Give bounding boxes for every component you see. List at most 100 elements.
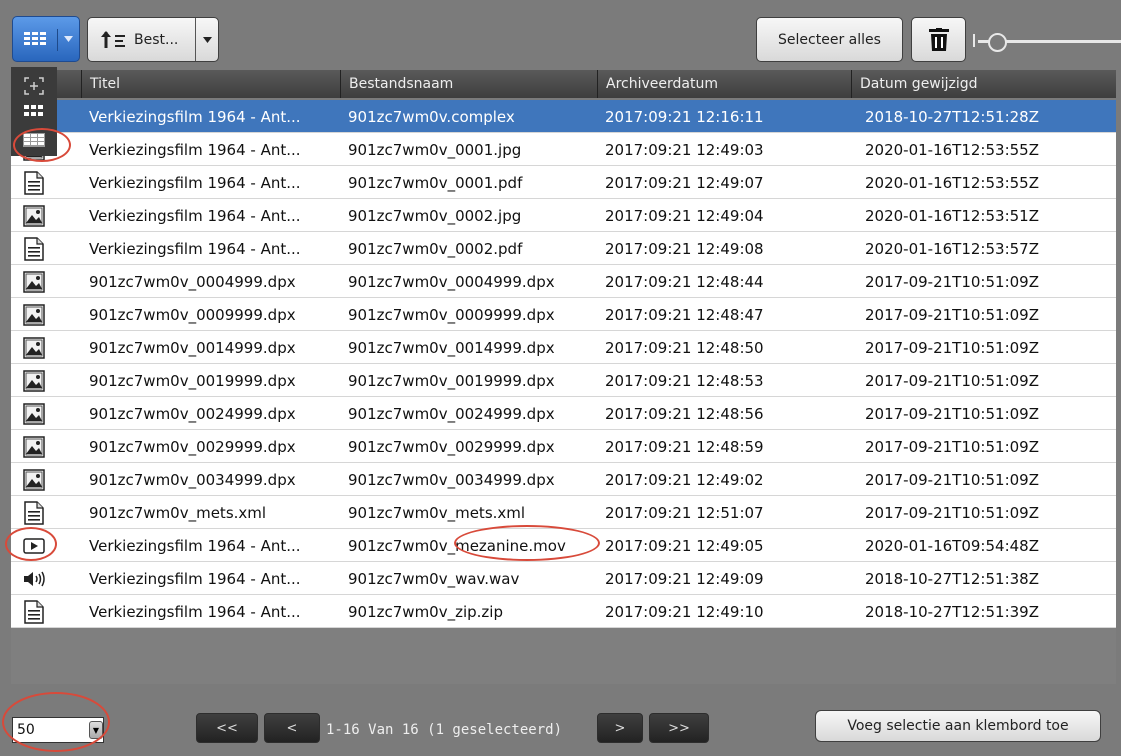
audio-file-icon: [11, 562, 57, 595]
cell-modified-date: 2018-10-27T12:51:28Z: [865, 107, 1039, 126]
cell-modified-date: 2017-09-21T10:51:09Z: [865, 437, 1039, 456]
page-size-value: 50: [17, 722, 35, 738]
table-row[interactable]: 901zc7wm0v_0024999.dpx 901zc7wm0v_0024999…: [11, 397, 1116, 430]
table-row[interactable]: Verkiezingsfilm 1964 - Ant... 901zc7wm0v_…: [11, 529, 1116, 562]
cell-modified-date: 2020-01-16T09:54:48Z: [865, 536, 1039, 555]
cell-filename: 901zc7wm0v_0001.jpg: [348, 140, 522, 159]
cell-title: 901zc7wm0v_0014999.dpx: [89, 338, 296, 357]
cell-archived-date: 2017:09:21 12:48:56: [605, 404, 764, 423]
table-row[interactable]: Verkiezingsfilm 1964 - Ant... 901zc7wm0v_…: [11, 166, 1116, 199]
cell-filename: 901zc7wm0v_mezanine.mov: [348, 536, 566, 555]
cell-archived-date: 2017:09:21 12:49:07: [605, 173, 764, 192]
cell-archived-date: 2017:09:21 12:48:59: [605, 437, 764, 456]
cell-modified-date: 2020-01-16T12:53:57Z: [865, 239, 1039, 258]
cell-modified-date: 2020-01-16T12:53:55Z: [865, 173, 1039, 192]
cell-archived-date: 2017:09:21 12:49:08: [605, 239, 764, 258]
document-file-icon: [11, 166, 57, 199]
toolbar: Best... Selecteer alles: [0, 0, 1121, 66]
table-row[interactable]: 901zc7wm0v_0009999.dpx 901zc7wm0v_0009999…: [11, 298, 1116, 331]
cell-filename: 901zc7wm0v_zip.zip: [348, 602, 503, 621]
expand-view-icon: [24, 76, 44, 95]
cell-modified-date: 2017-09-21T10:51:09Z: [865, 371, 1039, 390]
cell-title: 901zc7wm0v_0019999.dpx: [89, 371, 296, 390]
document-file-icon: [11, 595, 57, 628]
table-row[interactable]: 901zc7wm0v_0034999.dpx 901zc7wm0v_0034999…: [11, 463, 1116, 496]
trash-icon: [928, 27, 949, 51]
chevron-down-icon: [64, 36, 73, 42]
cell-title: Verkiezingsfilm 1964 - Ant...: [89, 602, 301, 621]
cell-filename: 901zc7wm0v_0019999.dpx: [348, 371, 555, 390]
view-mode-button[interactable]: [12, 16, 80, 62]
chevron-down-icon: ▼: [89, 721, 103, 739]
table-row[interactable]: Verkiezingsfilm 1964 - Ant... 901zc7wm0v_…: [11, 199, 1116, 232]
cell-filename: 901zc7wm0v_0034999.dpx: [348, 470, 555, 489]
zoom-slider-handle[interactable]: [988, 33, 1007, 52]
table-row[interactable]: Verkiezingsfilm 1964 - Ant... 901zc7wm0v_…: [11, 133, 1116, 166]
cell-filename: 901zc7wm0v_0009999.dpx: [348, 305, 555, 324]
column-header-modified[interactable]: Datum gewijzigd: [851, 70, 1116, 98]
menu-item-expand-view[interactable]: [14, 72, 54, 99]
column-header-archived[interactable]: Archiveerdatum: [597, 70, 851, 98]
menu-item-table-view[interactable]: [14, 126, 54, 153]
split-divider: [57, 29, 58, 51]
table-row[interactable]: 901zc7wm0v_0019999.dpx 901zc7wm0v_0019999…: [11, 364, 1116, 397]
table-row[interactable]: Verkiezingsfilm 1964 - Ant... 901zc7wm0v_…: [11, 595, 1116, 628]
column-header-title[interactable]: Titel: [81, 70, 343, 98]
cell-title: Verkiezingsfilm 1964 - Ant...: [89, 239, 301, 258]
sort-button[interactable]: Best...: [87, 17, 219, 62]
last-page-button[interactable]: >>: [649, 713, 709, 743]
cell-archived-date: 2017:09:21 12:49:02: [605, 470, 764, 489]
cell-archived-date: 2017:09:21 12:48:44: [605, 272, 764, 291]
table-view-icon: [24, 32, 46, 45]
file-browser-window: Best... Selecteer alles Titel Bestandsna…: [0, 0, 1121, 756]
cell-title: Verkiezingsfilm 1964 - Ant...: [89, 173, 301, 192]
video-file-icon: [11, 529, 57, 562]
cell-filename: 901zc7wm0v_0004999.dpx: [348, 272, 555, 291]
cell-archived-date: 2017:09:21 12:49:03: [605, 140, 764, 159]
next-page-button[interactable]: >: [597, 713, 643, 743]
cell-filename: 901zc7wm0v_0002.jpg: [348, 206, 522, 225]
select-all-button[interactable]: Selecteer alles: [756, 17, 903, 62]
cell-title: Verkiezingsfilm 1964 - Ant...: [89, 536, 301, 555]
cell-filename: 901zc7wm0v_0029999.dpx: [348, 437, 555, 456]
pagination-info: 1-16 Van 16 (1 geselecteerd): [326, 722, 563, 738]
cell-modified-date: 2018-10-27T12:51:38Z: [865, 569, 1039, 588]
table-row[interactable]: Verkiezingsfilm 1964 - Ant... 901zc7wm0v.…: [11, 100, 1116, 133]
previous-page-button[interactable]: <: [264, 713, 320, 743]
cell-title: Verkiezingsfilm 1964 - Ant...: [89, 569, 301, 588]
image-file-icon: [11, 331, 57, 364]
delete-button[interactable]: [911, 17, 966, 62]
table-row[interactable]: 901zc7wm0v_0029999.dpx 901zc7wm0v_0029999…: [11, 430, 1116, 463]
cell-title: 901zc7wm0v_0029999.dpx: [89, 437, 296, 456]
cell-title: Verkiezingsfilm 1964 - Ant...: [89, 206, 301, 225]
add-to-clipboard-button[interactable]: Voeg selectie aan klembord toe: [815, 710, 1101, 742]
menu-item-grid-view[interactable]: [14, 99, 54, 126]
table-row[interactable]: 901zc7wm0v_0004999.dpx 901zc7wm0v_0004999…: [11, 265, 1116, 298]
table-row[interactable]: Verkiezingsfilm 1964 - Ant... 901zc7wm0v_…: [11, 562, 1116, 595]
cell-filename: 901zc7wm0v_wav.wav: [348, 569, 520, 588]
cell-title: 901zc7wm0v_0004999.dpx: [89, 272, 296, 291]
chevron-down-icon: [203, 37, 212, 43]
page-size-select[interactable]: 50 ▼: [12, 717, 104, 743]
cell-filename: 901zc7wm0v_0001.pdf: [348, 173, 523, 192]
column-header-filename[interactable]: Bestandsnaam: [340, 70, 598, 98]
image-file-icon: [11, 364, 57, 397]
cell-filename: 901zc7wm0v.complex: [348, 107, 515, 126]
sort-order-icon: [101, 30, 125, 48]
image-file-icon: [11, 397, 57, 430]
image-file-icon: [11, 430, 57, 463]
cell-modified-date: 2020-01-16T12:53:55Z: [865, 140, 1039, 159]
cell-title: Verkiezingsfilm 1964 - Ant...: [89, 107, 301, 126]
cell-archived-date: 2017:09:21 12:48:53: [605, 371, 764, 390]
cell-archived-date: 2017:09:21 12:51:07: [605, 503, 764, 522]
table-row[interactable]: 901zc7wm0v_mets.xml 901zc7wm0v_mets.xml 20…: [11, 496, 1116, 529]
cell-modified-date: 2017-09-21T10:51:09Z: [865, 272, 1039, 291]
first-page-button[interactable]: <<: [196, 713, 258, 743]
cell-archived-date: 2017:09:21 12:48:47: [605, 305, 764, 324]
cell-archived-date: 2017:09:21 12:16:11: [605, 107, 764, 126]
image-file-icon: [11, 199, 57, 232]
table-row[interactable]: Verkiezingsfilm 1964 - Ant... 901zc7wm0v_…: [11, 232, 1116, 265]
table-row[interactable]: 901zc7wm0v_0014999.dpx 901zc7wm0v_0014999…: [11, 331, 1116, 364]
cell-title: 901zc7wm0v_mets.xml: [89, 503, 267, 522]
cell-title: 901zc7wm0v_0034999.dpx: [89, 470, 296, 489]
